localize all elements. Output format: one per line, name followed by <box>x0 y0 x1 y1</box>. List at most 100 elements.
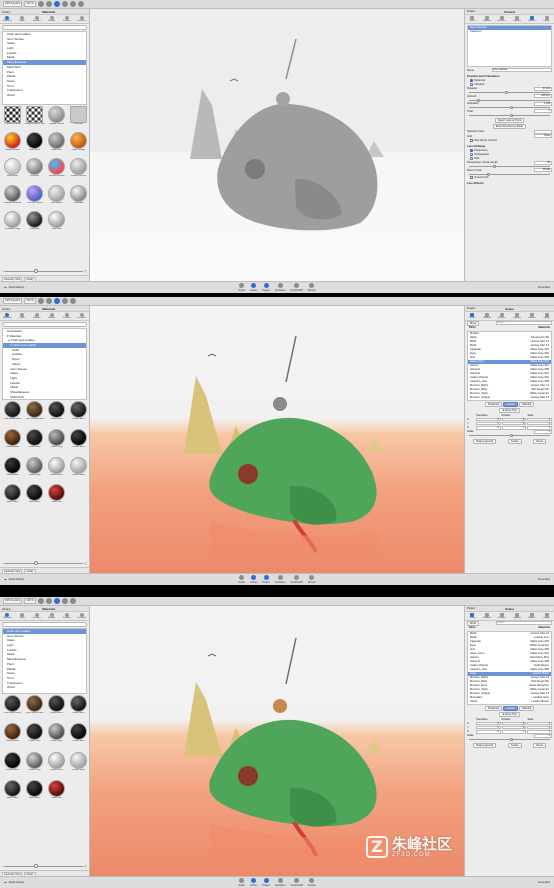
material-thumbnail[interactable]: Leather White <box>46 751 67 779</box>
tab-image[interactable]: Image <box>539 612 554 620</box>
thumbnail-size-slider[interactable]: ▫ ▢ <box>2 561 87 565</box>
material-thumbnail[interactable]: Checker Material Tank <box>24 106 45 131</box>
material-thumbnail[interactable]: Leather Black <box>68 401 87 428</box>
zoom-tool-icon[interactable] <box>69 298 76 304</box>
tab-colors[interactable]: Colors <box>15 15 30 23</box>
rotate-y-field[interactable]: 0 <box>501 421 527 426</box>
tab-backplates[interactable]: Backpl. <box>44 15 59 23</box>
uniform-scale-field[interactable]: 1 <box>534 734 552 738</box>
center-button[interactable]: Center <box>508 743 522 749</box>
standard-view-select[interactable] <box>534 129 552 134</box>
first-person-button[interactable]: Enter First Person Mode <box>492 123 527 129</box>
material-thumbnail[interactable]: Cloth Weave Black <box>2 401 23 428</box>
tab-position[interactable]: Position <box>503 401 519 407</box>
material-thumbnail[interactable]: Leather White <box>46 456 67 484</box>
material-thumbnail[interactable]: Leather Grey <box>46 428 67 456</box>
reset-button[interactable]: Reset <box>533 743 546 749</box>
library-button[interactable]: Library <box>250 283 257 292</box>
tab-favorites[interactable]: Favorites <box>74 15 89 23</box>
forward-icon[interactable] <box>45 1 52 7</box>
tab-lighting[interactable]: Lighting <box>509 15 524 23</box>
snap-to-ground-button[interactable]: Snap to ground <box>472 439 497 445</box>
scale-y-field[interactable]: 1 <box>527 725 552 730</box>
render-button[interactable]: Render <box>308 878 316 887</box>
uniform-scale-field[interactable]: 1 <box>534 430 552 434</box>
tab-environment[interactable]: Environ. <box>495 312 510 320</box>
slider-knob[interactable] <box>509 106 513 109</box>
translate-z-field[interactable]: 0 <box>476 730 501 734</box>
scene-tree-row[interactable]: Monster_Tongue Human Skin 14 <box>468 396 551 400</box>
back-icon[interactable] <box>37 298 44 304</box>
slider-knob[interactable] <box>34 269 39 273</box>
tab-material[interactable]: Material <box>519 401 535 407</box>
center-button[interactable]: Center <box>508 439 522 445</box>
tab-material[interactable]: Material <box>519 705 535 711</box>
tab-backplates[interactable]: Backpl. <box>44 612 59 620</box>
move-tool-button[interactable]: ✥ Move Tool <box>499 407 520 413</box>
render-mode-icon[interactable] <box>53 298 60 304</box>
scene-tree-row[interactable]: Shoes Leather Brown <box>468 700 551 704</box>
tab-scene[interactable]: Scene <box>465 15 480 23</box>
material-thumbnail[interactable]: Shadow Catcher <box>68 158 87 183</box>
app-menu-button[interactable]: KPS Keyshot <box>3 298 23 304</box>
search-input[interactable] <box>2 25 87 30</box>
animation-button[interactable]: Animation <box>275 575 285 584</box>
slider-knob[interactable] <box>34 561 39 565</box>
scale-y-field[interactable]: 1 <box>527 421 552 426</box>
rotate-x-field[interactable]: 0 <box>501 417 527 422</box>
azimuth-field[interactable]: -146.327 <box>534 94 552 99</box>
material-thumbnail[interactable]: Wireframe Large <box>2 210 23 236</box>
material-thumbnail[interactable]: Wireframe <box>68 184 87 210</box>
material-thumbnail[interactable]: Leather White <box>68 456 87 484</box>
thumbnail-size-slider[interactable]: ▫ ▢ <box>2 269 87 273</box>
fov-field[interactable]: 39.598 <box>534 168 552 173</box>
translate-y-field[interactable]: 0 <box>476 725 501 730</box>
material-thumbnail[interactable]: Nylon Fabric <box>2 484 23 511</box>
material-thumbnail[interactable]: Leather Black <box>2 751 23 779</box>
list-item[interactable]: Wood <box>3 685 86 690</box>
tab-colors[interactable]: Colors <box>15 312 30 320</box>
app-menu-button[interactable]: KPS Keyshot <box>3 598 23 604</box>
material-thumbnail[interactable]: Cloth Weave Black <box>2 695 23 722</box>
tab-materials[interactable]: Materials <box>0 312 15 320</box>
material-thumbnail[interactable]: Shadow Catcher <box>46 106 67 131</box>
material-thumbnail[interactable]: Matte White <box>2 158 23 183</box>
zoom-select[interactable]: 100 % <box>24 298 36 304</box>
hand-tool-icon[interactable] <box>61 1 68 7</box>
search-input[interactable] <box>2 322 87 327</box>
animation-button[interactable]: Animation <box>275 878 285 887</box>
material-thumbnail[interactable]: Cloth Weave Brown <box>24 401 45 428</box>
material-thumbnail[interactable]: Matte Black <box>24 132 45 157</box>
twist-field[interactable]: 0 <box>534 109 552 114</box>
tab-lighting[interactable]: Lighting <box>509 612 524 620</box>
tab-favorites[interactable]: Favorites <box>74 612 89 620</box>
forward-icon[interactable] <box>45 298 52 304</box>
tab-material[interactable]: Material <box>480 15 495 23</box>
material-thumbnail[interactable]: Velvet Black <box>24 779 45 807</box>
material-thumbnail[interactable]: Leather Black <box>2 456 23 484</box>
list-item[interactable]: Mold-Tech <box>3 395 86 399</box>
azimuth-slider[interactable] <box>469 98 550 102</box>
inclination-slider[interactable] <box>469 106 550 109</box>
project-button[interactable]: Project <box>262 878 270 887</box>
tab-lighting[interactable]: Lighting <box>509 312 524 320</box>
search-input[interactable] <box>2 622 87 627</box>
screenshot-button[interactable]: Screenshot <box>464 286 554 289</box>
material-thumbnail[interactable]: Matte Grey <box>46 132 67 157</box>
tab-material[interactable]: Material <box>480 612 495 620</box>
scale-z-field[interactable]: 1 <box>527 426 552 430</box>
render-mode-icon[interactable] <box>53 598 60 604</box>
material-thumbnail[interactable]: Velvet Red <box>46 779 67 807</box>
thumbnail-size-slider[interactable]: ▫ ▢ <box>2 864 87 868</box>
slider-knob[interactable] <box>505 91 509 94</box>
move-tool-button[interactable]: ✥ Move Tool <box>499 711 520 717</box>
material-thumbnail[interactable]: Grey White <box>46 210 67 236</box>
material-thumbnail[interactable]: Leather Black <box>68 695 87 722</box>
stay-above-ground-checkbox[interactable]: Stay Above Ground <box>470 139 552 143</box>
zoom-select[interactable]: 100 % <box>24 1 36 7</box>
translate-z-field[interactable]: 0 <box>476 426 501 430</box>
tab-materials[interactable]: Materials <box>0 612 15 620</box>
tab-backplates[interactable]: Backpl. <box>44 312 59 320</box>
cloud-library-button[interactable]: ☁ Cloud Library <box>0 286 90 289</box>
grid-select[interactable]: None <box>534 134 552 139</box>
